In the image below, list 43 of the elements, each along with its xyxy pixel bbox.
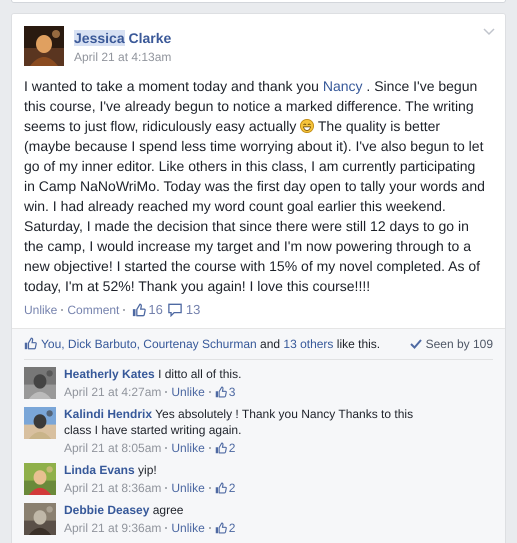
post-time[interactable]: April 21 at 4:13am [74,49,172,65]
thumbs-up-icon [214,482,227,494]
comment-text: Debbie Deasey agree [64,502,184,518]
commenter-name-link[interactable]: Kalindi Hendrix [64,406,152,420]
comment-text: Heatherly Kates I ditto all of this. [64,366,242,382]
thumbs-up-icon [24,337,37,350]
thumbs-up-icon [132,302,146,317]
action-link[interactable]: Unlike [24,300,58,319]
others-link[interactable]: 13 others [283,336,334,350]
comment-text: Kalindi Hendrix Yes absolutely ! Thank you Nancy Thanks to this class I have started writing again. [64,406,414,438]
author-name[interactable]: Jessica [74,30,125,46]
like-count: 16 [148,301,163,319]
post-text: I wanted to take a moment today and thank you Nancy . Since I've begun this course, I've already begun to notice a marked difference. The writing seems to just flow, ridiculously easy actually The quality is better (maybe because I spend less time worrying about it). I've also begun to let go of my inner editor. Like others in this class, I am currently participating in Camp NaNoWriMo. Today was the first day open to tally your words and win. I had already reached my word count goal earlier this weekend. Saturday, I made the decision that since there were still 12 days to go in the camp, I would increase my target and I'm now powering through to a new objective! I started the course with 15% of my novel completed. As of today, I'm at 52%! Thank you again! I love this course!!!! [24,77,486,296]
liker-names-link[interactable]: You, Dick Barbuto, Courtenay Schurman [41,336,257,350]
comment-count: 13 [186,301,200,319]
comment-like-count: 2 [228,480,236,496]
smiley-icon [300,119,314,133]
commenter-name-link[interactable]: Debbie Deasey [64,502,150,516]
unlike-link[interactable]: Unlike [171,480,205,496]
comment-like-count: 2 [228,440,236,456]
seen-by-link[interactable]: Seen by 109 [426,334,493,352]
comment-icon [168,302,182,317]
author-name[interactable]: Clarke [128,30,172,46]
unlike-link[interactable]: Unlike [171,384,205,400]
checkmark-icon [410,338,422,348]
comment-text: Linda Evans yip! [64,462,158,478]
mention-link[interactable]: Nancy [322,78,363,94]
likes-summary: You, Dick Barbuto, Courtenay Schurman and 13 others like this. [41,336,380,352]
commenter-name-link[interactable]: Heatherly Kates [64,366,155,380]
thumbs-up-icon [214,442,227,454]
comment-time[interactable]: April 21 at 8:05am [64,440,162,456]
commenter-name-link[interactable]: Linda Evans [64,462,135,476]
thumbs-up-icon [214,386,227,398]
comment-time[interactable]: April 21 at 9:36am [64,520,162,536]
comment-like-count: 2 [228,520,236,536]
comment-time[interactable]: April 21 at 4:27am [64,384,162,400]
unlike-link[interactable]: Unlike [171,520,205,536]
action-link[interactable]: Comment [67,300,120,319]
chevron-down-icon[interactable] [483,28,495,36]
thumbs-up-icon [214,522,227,534]
comment-time[interactable]: April 21 at 8:36am [64,480,162,496]
comment-like-count: 3 [228,384,236,400]
unlike-link[interactable]: Unlike [171,440,205,456]
